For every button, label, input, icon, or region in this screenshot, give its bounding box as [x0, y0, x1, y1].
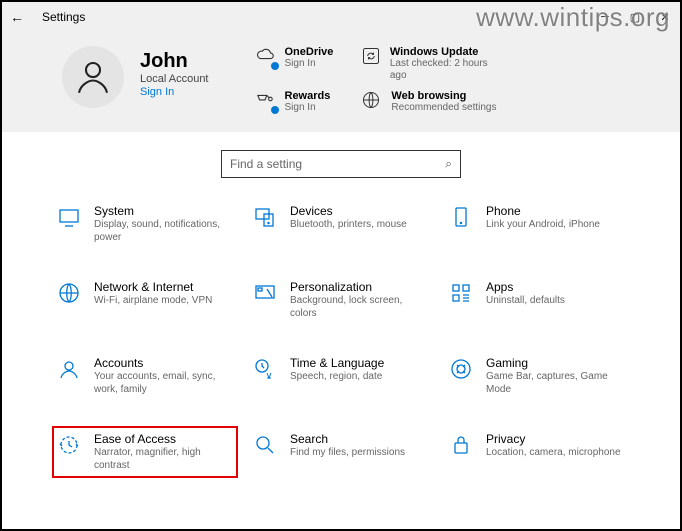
- tile-web-browsing[interactable]: Web browsing Recommended settings: [359, 90, 499, 114]
- close-button[interactable]: ✕: [650, 2, 680, 32]
- cat-system[interactable]: SystemDisplay, sound, notifications, pow…: [52, 198, 238, 250]
- privacy-icon: [448, 432, 474, 458]
- search-cat-icon: [252, 432, 278, 458]
- search-icon: ⌕: [445, 157, 452, 172]
- rewards-icon: [253, 90, 277, 112]
- account-type: Local Account: [140, 73, 209, 85]
- cat-apps[interactable]: AppsUninstall, defaults: [444, 274, 630, 326]
- apps-icon: [448, 280, 474, 306]
- refresh-icon: [359, 46, 381, 68]
- tile-rewards[interactable]: Rewards Sign In: [253, 90, 334, 114]
- network-icon: [56, 280, 82, 306]
- cat-search[interactable]: SearchFind my files, permissions: [248, 426, 434, 478]
- cat-privacy[interactable]: PrivacyLocation, camera, microphone: [444, 426, 630, 478]
- tile-onedrive[interactable]: OneDrive Sign In: [253, 46, 334, 82]
- cat-network[interactable]: Network & InternetWi-Fi, airplane mode, …: [52, 274, 238, 326]
- devices-icon: [252, 204, 278, 230]
- header-tiles: OneDrive Sign In Windows Update Last che…: [253, 46, 500, 114]
- search-input[interactable]: Find a setting ⌕: [221, 150, 461, 178]
- cat-time-language[interactable]: Time & LanguageSpeech, region, date: [248, 350, 434, 402]
- header: John Local Account Sign In OneDrive Sign…: [2, 32, 680, 132]
- ease-icon: [56, 432, 82, 458]
- phone-icon: [448, 204, 474, 230]
- cloud-icon: [253, 46, 277, 68]
- avatar: [62, 46, 124, 108]
- back-button[interactable]: ←: [2, 2, 32, 32]
- time-icon: [252, 356, 278, 382]
- signin-link[interactable]: Sign In: [140, 86, 209, 98]
- tile-windows-update[interactable]: Windows Update Last checked: 2 hours ago: [359, 46, 499, 82]
- minimize-button[interactable]: ─: [590, 2, 620, 32]
- cat-phone[interactable]: PhoneLink your Android, iPhone: [444, 198, 630, 250]
- globe-icon: [359, 90, 383, 112]
- cat-ease-of-access[interactable]: Ease of AccessNarrator, magnifier, high …: [52, 426, 238, 478]
- cat-devices[interactable]: DevicesBluetooth, printers, mouse: [248, 198, 434, 250]
- gaming-icon: [448, 356, 474, 382]
- user-name: John: [140, 50, 209, 73]
- search-placeholder: Find a setting: [230, 157, 302, 171]
- cat-gaming[interactable]: GamingGame Bar, captures, Game Mode: [444, 350, 630, 402]
- system-icon: [56, 204, 82, 230]
- categories-grid: SystemDisplay, sound, notifications, pow…: [2, 184, 680, 478]
- cat-personalization[interactable]: PersonalizationBackground, lock screen, …: [248, 274, 434, 326]
- cat-accounts[interactable]: AccountsYour accounts, email, sync, work…: [52, 350, 238, 402]
- personalize-icon: [252, 280, 278, 306]
- titlebar: ← Settings ─ ▢ ✕: [2, 2, 680, 32]
- accounts-icon: [56, 356, 82, 382]
- maximize-button[interactable]: ▢: [620, 2, 650, 32]
- window-title: Settings: [42, 10, 85, 24]
- user-block[interactable]: John Local Account Sign In: [62, 46, 209, 108]
